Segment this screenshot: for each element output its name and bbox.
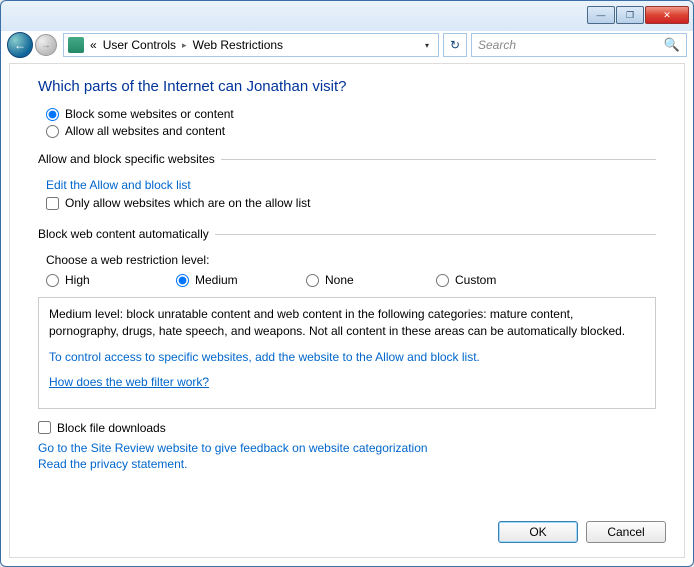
radio-label: Allow all websites and content	[65, 124, 225, 138]
breadcrumb-item[interactable]: User Controls	[103, 38, 176, 52]
level-custom[interactable]: Custom	[436, 273, 566, 287]
search-input[interactable]: Search 🔍	[471, 33, 687, 57]
radio-allow-all[interactable]	[46, 125, 59, 138]
radio-label: Block some websites or content	[65, 107, 234, 121]
level-none[interactable]: None	[306, 273, 436, 287]
titlebar: — ❐ ✕	[1, 1, 693, 29]
choose-level-label: Choose a web restriction level:	[46, 253, 656, 267]
search-placeholder: Search	[478, 38, 516, 52]
how-filter-works-link[interactable]: How does the web filter work?	[49, 375, 209, 389]
breadcrumb[interactable]: « User Controls ▸ Web Restrictions ▾	[63, 33, 439, 57]
ok-button[interactable]: OK	[498, 521, 578, 543]
content-pane: Which parts of the Internet can Jonathan…	[9, 63, 685, 558]
group-legend: Block web content automatically	[38, 227, 215, 241]
radio-label: None	[325, 273, 354, 287]
forward-button[interactable]: →	[35, 34, 57, 56]
chevron-down-icon[interactable]: ▾	[420, 41, 434, 50]
chevron-right-icon: ▸	[182, 40, 187, 51]
radio-high[interactable]	[46, 274, 59, 287]
breadcrumb-overflow: «	[90, 38, 97, 52]
block-downloads-checkbox[interactable]	[38, 421, 51, 434]
edit-allow-block-link[interactable]: Edit the Allow and block list	[46, 178, 191, 192]
nav-bar: ← → « User Controls ▸ Web Restrictions ▾…	[1, 29, 693, 61]
option-block-some[interactable]: Block some websites or content	[46, 107, 656, 121]
only-allow-checkbox[interactable]	[46, 197, 59, 210]
only-allow-checkbox-row[interactable]: Only allow websites which are on the all…	[46, 196, 656, 210]
back-button[interactable]: ←	[7, 32, 33, 58]
option-allow-all[interactable]: Allow all websites and content	[46, 124, 656, 138]
site-review-link[interactable]: Go to the Site Review website to give fe…	[38, 441, 428, 455]
shield-icon	[68, 37, 84, 53]
radio-label: High	[65, 273, 90, 287]
privacy-link[interactable]: Read the privacy statement.	[38, 457, 187, 471]
cancel-button[interactable]: Cancel	[586, 521, 666, 543]
page-title: Which parts of the Internet can Jonathan…	[38, 78, 656, 95]
level-description: Medium level: block unratable content an…	[49, 306, 645, 341]
radio-label: Medium	[195, 273, 238, 287]
group-block-automatically: Block web content automatically Choose a…	[38, 227, 656, 409]
minimize-button[interactable]: —	[587, 6, 615, 24]
refresh-button[interactable]: ↻	[443, 33, 467, 57]
window-frame: — ❐ ✕ ← → « User Controls ▸ Web Restrict…	[0, 0, 694, 567]
radio-custom[interactable]	[436, 274, 449, 287]
breadcrumb-item[interactable]: Web Restrictions	[193, 38, 283, 52]
block-downloads-row[interactable]: Block file downloads	[38, 421, 656, 435]
radio-label: Custom	[455, 273, 496, 287]
level-description-box: Medium level: block unratable content an…	[38, 297, 656, 409]
group-legend: Allow and block specific websites	[38, 152, 221, 166]
radio-block-some[interactable]	[46, 108, 59, 121]
checkbox-label: Block file downloads	[57, 421, 166, 435]
radio-none[interactable]	[306, 274, 319, 287]
radio-medium[interactable]	[176, 274, 189, 287]
level-high[interactable]: High	[46, 273, 176, 287]
search-icon: 🔍	[664, 37, 680, 53]
close-button[interactable]: ✕	[645, 6, 689, 24]
control-access-link[interactable]: To control access to specific websites, …	[49, 350, 480, 364]
maximize-button[interactable]: ❐	[616, 6, 644, 24]
group-specific-websites: Allow and block specific websites Edit t…	[38, 152, 656, 213]
checkbox-label: Only allow websites which are on the all…	[65, 196, 310, 210]
level-medium[interactable]: Medium	[176, 273, 306, 287]
